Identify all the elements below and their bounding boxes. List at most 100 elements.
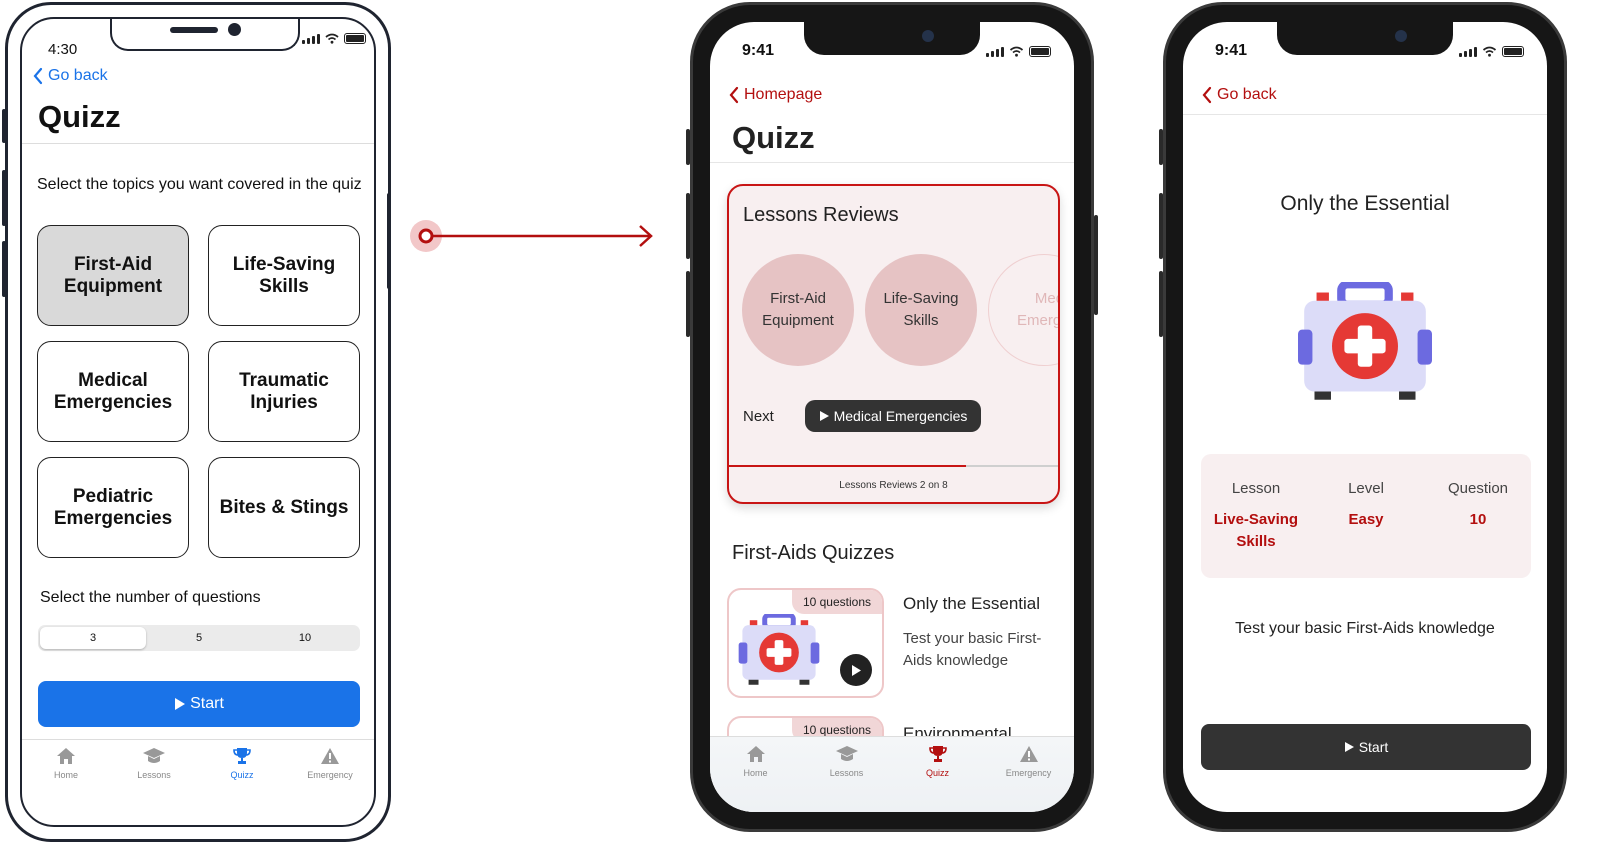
speaker [170, 27, 218, 33]
review-progress-fill [729, 465, 966, 467]
camera [228, 23, 241, 36]
play-icon [819, 411, 829, 421]
quiz-thumbnail[interactable]: 10 questions [727, 588, 884, 698]
status-time: 9:41 [742, 42, 775, 59]
topics-prompt: Select the topics you want covered in th… [37, 176, 362, 193]
start-label: Start [190, 695, 224, 712]
warning-icon [321, 748, 339, 764]
notch [1277, 22, 1453, 55]
topic-label: Pediatric Emergencies [53, 485, 173, 529]
camera [1395, 30, 1407, 42]
play-button[interactable] [840, 654, 872, 686]
tab-label: Emergency [1005, 768, 1052, 778]
option-3[interactable]: 3 [40, 627, 146, 649]
tab-label: Lessons [137, 770, 171, 780]
warning-icon [1019, 746, 1038, 762]
signal-icon [986, 47, 1004, 57]
next-lesson-button[interactable]: Medical Emergencies [805, 400, 981, 432]
tab-label: Home [53, 770, 78, 780]
volume-down-button [1159, 271, 1163, 337]
status-icons [302, 33, 366, 44]
homepage-link[interactable]: Homepage [728, 86, 822, 104]
chevron-left-icon [33, 67, 43, 85]
divider [710, 162, 1074, 163]
volume-up-button [686, 193, 690, 259]
page-title: Quizz [38, 99, 121, 134]
page-title: Quizz [732, 120, 815, 155]
info-level: Level Easy [1311, 480, 1421, 531]
battery-icon [1502, 46, 1524, 57]
topic-first-aid-equipment[interactable]: First-Aid Equipment [37, 225, 189, 326]
play-icon [175, 698, 186, 710]
topic-label: Bites & Stings [219, 496, 349, 518]
option-10[interactable]: 10 [252, 627, 358, 649]
detail-screen: 9:41 Go back Only the Essential Lesson L… [1183, 22, 1547, 812]
wireframe-phone: 4:30 Go back Quizz Select the topics you… [2, 2, 391, 842]
tabbar-divider [22, 739, 374, 740]
start-label: Start [1358, 739, 1389, 755]
topic-traumatic-injuries[interactable]: Traumatic Injuries [208, 341, 360, 442]
tab-lessons[interactable]: Lessons [801, 745, 892, 778]
home-icon [746, 746, 765, 762]
power-button [1094, 215, 1098, 315]
review-progress-label: Lessons Reviews 2 on 8 [839, 480, 948, 491]
review-progress-bar [729, 465, 1058, 467]
topic-medical-emergencies[interactable]: Medical Emergencies [37, 341, 189, 442]
option-5[interactable]: 5 [146, 627, 252, 649]
tab-bar-background: Home Lessons Quizz Emergency [710, 736, 1074, 812]
divider [1183, 114, 1547, 115]
tab-label: Emergency [307, 770, 353, 780]
quiz-title[interactable]: Only the Essential [903, 594, 1040, 614]
start-button[interactable]: Start [38, 681, 360, 727]
info-value: 10 [1469, 511, 1487, 528]
chevron-left-icon [729, 86, 739, 104]
lesson-circle[interactable]: Medical Emergencies [988, 254, 1058, 366]
info-question: Question 10 [1423, 480, 1533, 531]
tab-quizz[interactable]: Quizz [198, 747, 286, 780]
volume-up-button [1159, 193, 1163, 259]
first-aid-kit-icon [1298, 282, 1432, 400]
tab-emergency[interactable]: Emergency [983, 745, 1074, 778]
lesson-circle[interactable]: Life-Saving Skills [865, 254, 977, 366]
graduation-cap-icon [143, 748, 165, 763]
camera [922, 30, 934, 42]
tab-quizz[interactable]: Quizz [892, 745, 983, 778]
volume-up-button [2, 170, 6, 226]
play-icon [1344, 742, 1354, 752]
back-label: Homepage [744, 86, 823, 103]
topic-pediatric-emergencies[interactable]: Pediatric Emergencies [37, 457, 189, 558]
volume-down-button [2, 241, 6, 297]
back-link[interactable]: Go back [32, 67, 108, 85]
topic-label: Medical Emergencies [53, 369, 173, 413]
tab-home[interactable]: Home [710, 745, 801, 778]
trophy-icon [233, 748, 251, 764]
graduation-cap-icon [835, 746, 858, 761]
notch [804, 22, 980, 55]
divider [22, 143, 374, 144]
start-button[interactable]: Start [1201, 724, 1531, 770]
tab-lessons[interactable]: Lessons [110, 747, 198, 780]
lessons-review-card[interactable]: Lessons Reviews First-Aid Equipment Life… [727, 184, 1060, 504]
wifi-icon [1482, 46, 1497, 57]
tab-home[interactable]: Home [22, 747, 110, 780]
quiz-screen: 9:41 Homepage Quizz Lessons Reviews Firs… [710, 22, 1074, 812]
next-lesson-label: Medical Emergencies [833, 408, 968, 424]
topic-label: Traumatic Injuries [239, 369, 329, 413]
signal-icon [302, 34, 320, 44]
info-key: Lesson [1231, 480, 1281, 497]
tab-label: Quizz [230, 770, 254, 780]
back-label: Go back [48, 67, 108, 84]
back-link[interactable]: Go back [1201, 86, 1277, 104]
lesson-circle[interactable]: First-Aid Equipment [742, 254, 854, 366]
play-icon [852, 664, 861, 676]
side-button [686, 129, 690, 165]
topic-life-saving-skills[interactable]: Life-Saving Skills [208, 225, 360, 326]
questions-label: Select the number of questions [40, 589, 261, 606]
signal-icon [1459, 47, 1477, 57]
chevron-left-icon [1202, 86, 1212, 104]
back-label: Go back [1217, 86, 1277, 103]
topic-bites-stings[interactable]: Bites & Stings [208, 457, 360, 558]
info-key: Question [1447, 480, 1509, 497]
status-time: 9:41 [1215, 42, 1248, 59]
tab-emergency[interactable]: Emergency [286, 747, 374, 780]
